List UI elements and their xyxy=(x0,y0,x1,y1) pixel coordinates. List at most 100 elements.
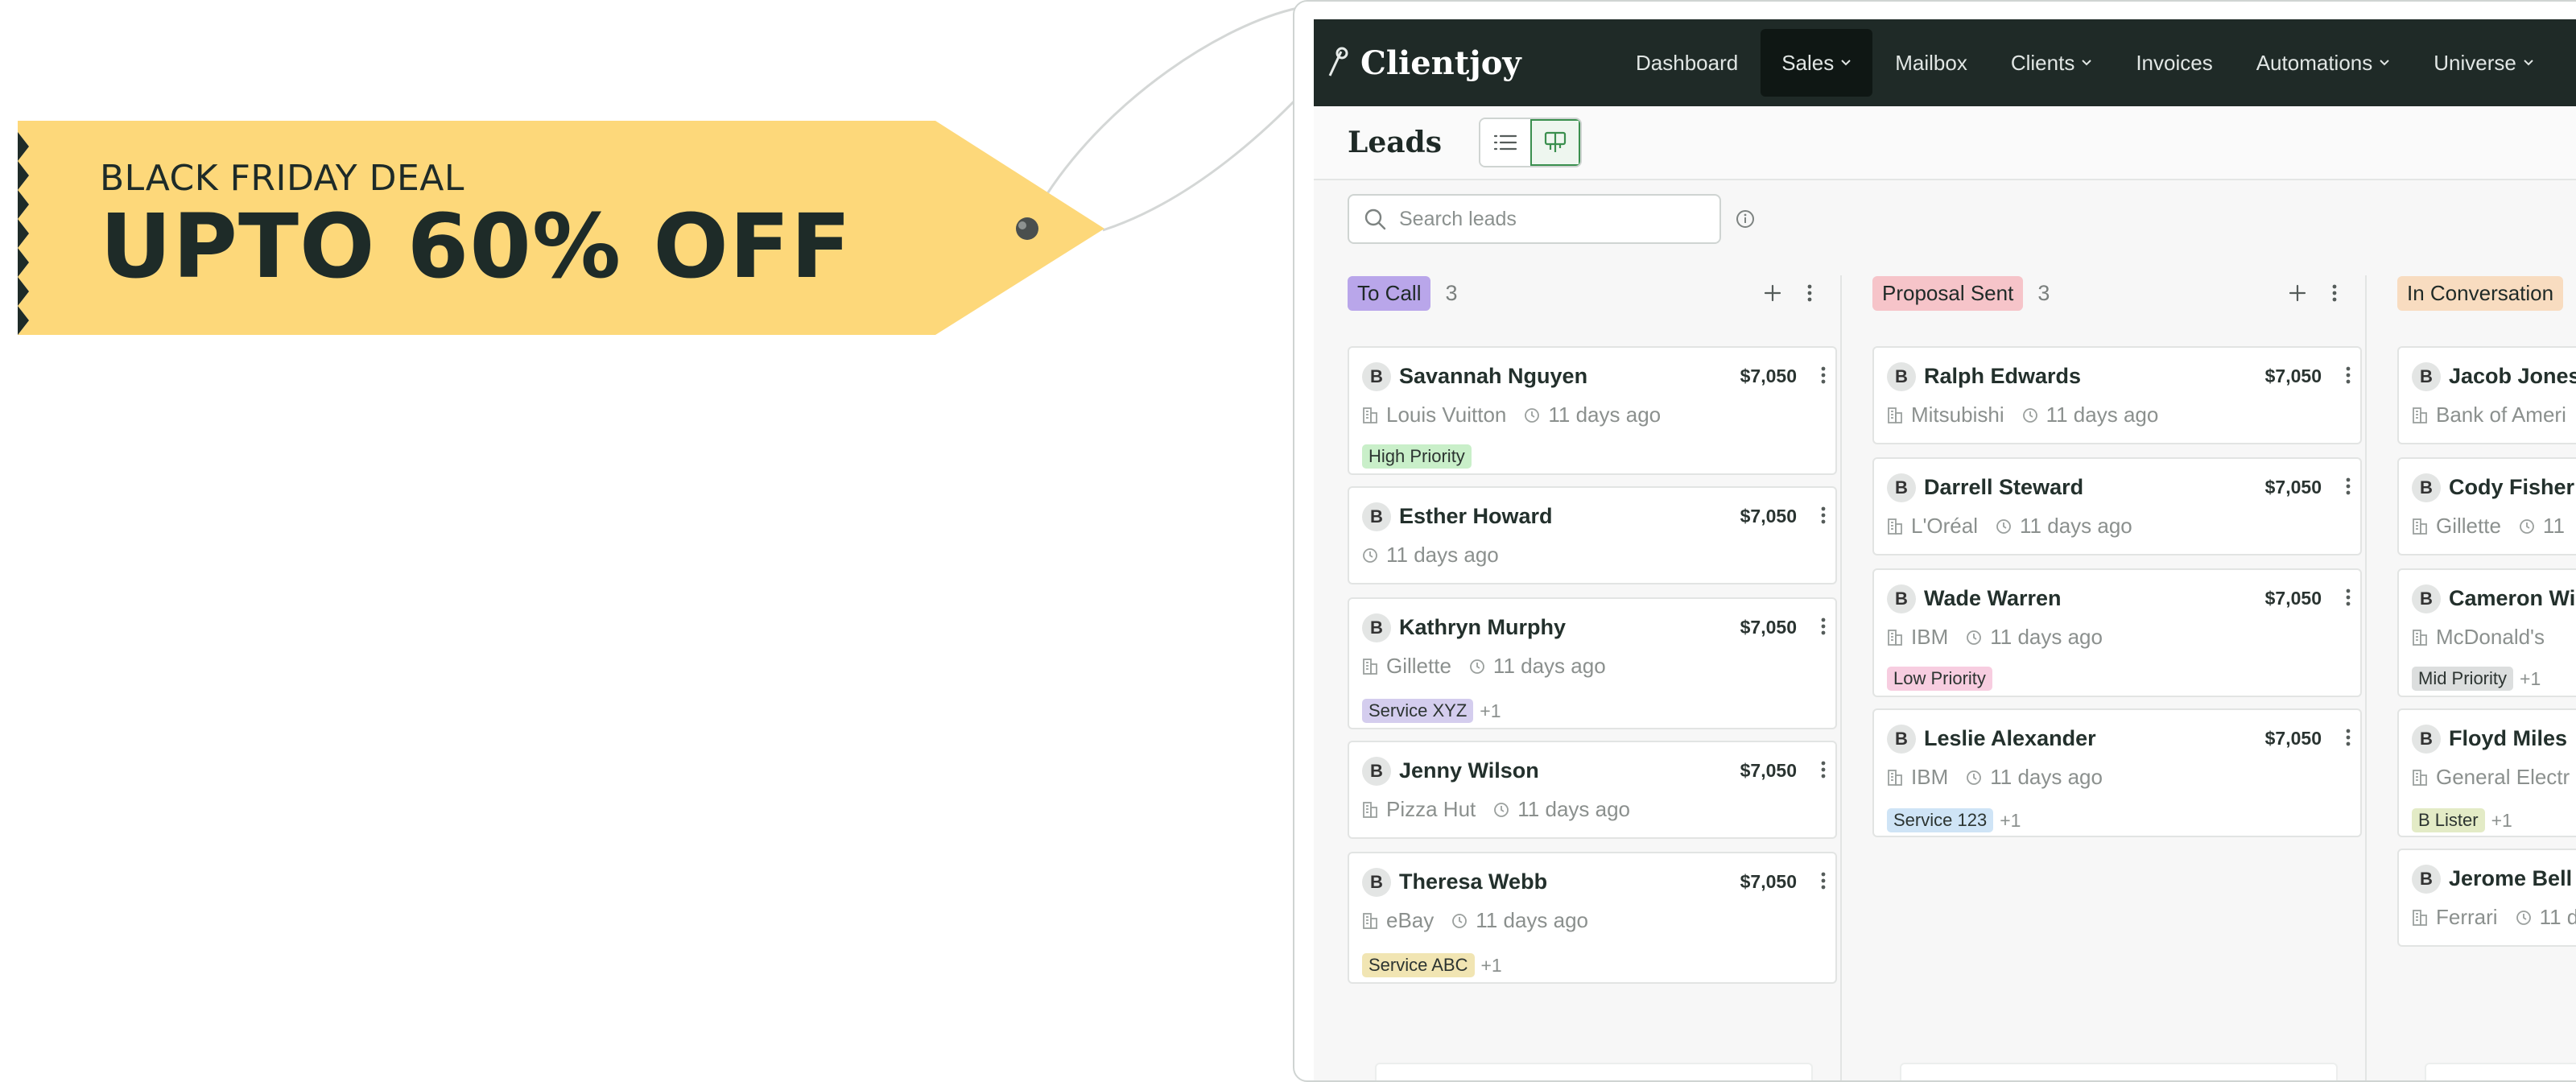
lead-card[interactable]: B Cameron Wil McDonald's Mid Priority +1 xyxy=(2397,568,2576,697)
company-icon xyxy=(1363,658,1377,675)
list-view-button[interactable] xyxy=(1480,119,1530,166)
lead-name[interactable]: Theresa Webb xyxy=(1399,869,1547,894)
last-activity: 11 days ago xyxy=(1476,908,1589,932)
lead-name[interactable]: Floyd Miles xyxy=(2449,726,2567,751)
card-menu-button[interactable] xyxy=(1821,871,1826,894)
lead-card[interactable]: B Leslie Alexander $7,050 IBM 11 days ago Ser… xyxy=(1872,708,2362,837)
last-activity: 11 days ago xyxy=(1492,654,1606,678)
nav-item-clients[interactable]: Clients xyxy=(1990,29,2113,97)
card-menu-button[interactable] xyxy=(1821,365,1826,389)
lead-card[interactable]: B Jacob Jones Bank of Ameri xyxy=(2397,346,2576,444)
lead-card[interactable]: B Ralph Edwards $7,050 Mitsubishi 11 days ag… xyxy=(1872,346,2362,444)
more-tags-count[interactable]: +1 xyxy=(1481,955,1502,977)
avatar: B xyxy=(1887,584,1916,613)
more-vertical-icon xyxy=(2332,284,2337,302)
company-name: Louis Vuitton xyxy=(1386,403,1507,427)
avatar: B xyxy=(2412,725,2441,754)
lead-card[interactable]: B Theresa Webb $7,050 eBay 11 days ago Servic… xyxy=(1348,852,1837,984)
search-row xyxy=(1314,180,2576,258)
lead-name[interactable]: Jacob Jones xyxy=(2449,364,2576,389)
nav-item-invoices[interactable]: Invoices xyxy=(2115,29,2233,97)
lead-name[interactable]: Darrell Steward xyxy=(1924,475,2083,500)
card-menu-button[interactable] xyxy=(1821,506,1826,529)
column-menu-button[interactable] xyxy=(1798,282,1821,304)
lead-card[interactable]: B Savannah Nguyen $7,050 Louis Vuitton 11 da… xyxy=(1348,346,1837,475)
company-icon xyxy=(1888,629,1902,646)
lead-name[interactable]: Kathryn Murphy xyxy=(1399,615,1566,640)
lead-name[interactable]: Savannah Nguyen xyxy=(1399,364,1587,389)
lead-meta: Gillette 11 xyxy=(2412,514,2565,539)
lead-card-partial xyxy=(1375,1063,1813,1080)
add-lead-button[interactable] xyxy=(2286,282,2309,304)
card-menu-button[interactable] xyxy=(1821,617,1826,640)
lead-name[interactable]: Cameron Wil xyxy=(2449,586,2576,611)
list-icon xyxy=(1493,134,1517,151)
lead-card[interactable]: B Floyd Miles General Electr B Lister +1 xyxy=(2397,708,2576,837)
search-input[interactable] xyxy=(1397,206,1707,232)
lead-name[interactable]: Wade Warren xyxy=(1924,586,2062,611)
tag-row: High Priority xyxy=(1362,444,1472,469)
deal-amount: $7,050 xyxy=(2264,728,2322,749)
clock-icon xyxy=(1494,802,1509,817)
more-tags-count[interactable]: +1 xyxy=(2491,810,2512,832)
more-tags-count[interactable]: +1 xyxy=(2000,810,2021,832)
lead-tag[interactable]: Low Priority xyxy=(1887,667,1992,691)
lead-meta: McDonald's xyxy=(2412,625,2545,650)
lead-card[interactable]: B Esther Howard $7,050 11 days ago xyxy=(1348,486,1837,584)
nav-item-mailbox[interactable]: Mailbox xyxy=(1874,29,1988,97)
clock-icon xyxy=(1525,407,1540,423)
lead-tag[interactable]: High Priority xyxy=(1362,444,1472,469)
lead-name[interactable]: Jenny Wilson xyxy=(1399,758,1539,783)
lead-tag[interactable]: Service ABC xyxy=(1362,953,1475,977)
lead-name[interactable]: Leslie Alexander xyxy=(1924,726,2096,751)
add-lead-button[interactable] xyxy=(1761,282,1784,304)
more-vertical-icon xyxy=(2346,366,2351,384)
lead-card[interactable]: B Jenny Wilson $7,050 Pizza Hut 11 days ago xyxy=(1348,741,1837,839)
clock-icon xyxy=(1967,630,1982,645)
lead-tag[interactable]: Service 123 xyxy=(1887,808,1994,832)
lead-tag[interactable]: Mid Priority xyxy=(2412,667,2514,691)
lead-name[interactable]: Cody Fisher xyxy=(2449,475,2574,500)
lead-tag[interactable]: B Lister xyxy=(2412,808,2485,832)
lead-tag[interactable]: Service XYZ xyxy=(1362,699,1474,723)
lead-card[interactable]: B Darrell Steward $7,050 L'Oréal 11 days ago xyxy=(1872,457,2362,555)
lead-card[interactable]: B Jerome Bell Ferrari 11 d xyxy=(2397,849,2576,947)
lead-meta: eBay 11 days ago xyxy=(1362,908,1588,933)
search-box[interactable] xyxy=(1348,194,1721,244)
tag-text: BLACK FRIDAY DEAL UPTO 60% OFF xyxy=(100,158,852,294)
more-tags-count[interactable]: +1 xyxy=(1480,700,1501,722)
company-name: Ferrari xyxy=(2436,905,2498,929)
tag-row: Service ABC +1 xyxy=(1362,953,1502,977)
nav-item-sales[interactable]: Sales xyxy=(1761,29,1873,97)
company-icon xyxy=(1888,518,1902,535)
nav-item-dashboard[interactable]: Dashboard xyxy=(1615,29,1759,97)
lead-name[interactable]: Ralph Edwards xyxy=(1924,364,2081,389)
more-vertical-icon xyxy=(1821,617,1826,635)
column-header: To Call 3 xyxy=(1314,256,1839,330)
avatar: B xyxy=(1362,868,1391,897)
clock-icon xyxy=(2516,910,2531,925)
view-toggle xyxy=(1478,118,1582,167)
lead-card[interactable]: B Wade Warren $7,050 IBM 11 days ago Low Prio… xyxy=(1872,568,2362,697)
nav-item-universe[interactable]: Universe xyxy=(2413,29,2555,97)
more-vertical-icon xyxy=(1821,506,1826,524)
deal-amount: $7,050 xyxy=(1740,617,1797,638)
info-icon[interactable] xyxy=(1736,209,1755,229)
more-tags-count[interactable]: +1 xyxy=(2520,668,2541,690)
card-menu-button[interactable] xyxy=(1821,760,1826,783)
lead-card[interactable]: B Cody Fisher Gillette 11 xyxy=(2397,457,2576,555)
board-view-button[interactable] xyxy=(1530,119,1580,166)
clientjoy-logo-icon xyxy=(1328,47,1348,76)
card-menu-button[interactable] xyxy=(2346,728,2351,751)
card-menu-button[interactable] xyxy=(2346,365,2351,389)
lead-name[interactable]: Esther Howard xyxy=(1399,504,1553,529)
company-name: eBay xyxy=(1386,908,1435,932)
card-menu-button[interactable] xyxy=(2346,588,2351,611)
brand[interactable]: Clientjoy xyxy=(1325,44,1558,82)
card-menu-button[interactable] xyxy=(2346,477,2351,500)
nav-item-automations[interactable]: Automations xyxy=(2235,29,2412,97)
column-menu-button[interactable] xyxy=(2323,282,2346,304)
pipeline-column: To Call 3 B Savannah Nguyen $7,050 Louis Vuit… xyxy=(1314,256,1839,1080)
lead-card[interactable]: B Kathryn Murphy $7,050 Gillette 11 days ago… xyxy=(1348,597,1837,729)
lead-name[interactable]: Jerome Bell xyxy=(2449,866,2572,891)
